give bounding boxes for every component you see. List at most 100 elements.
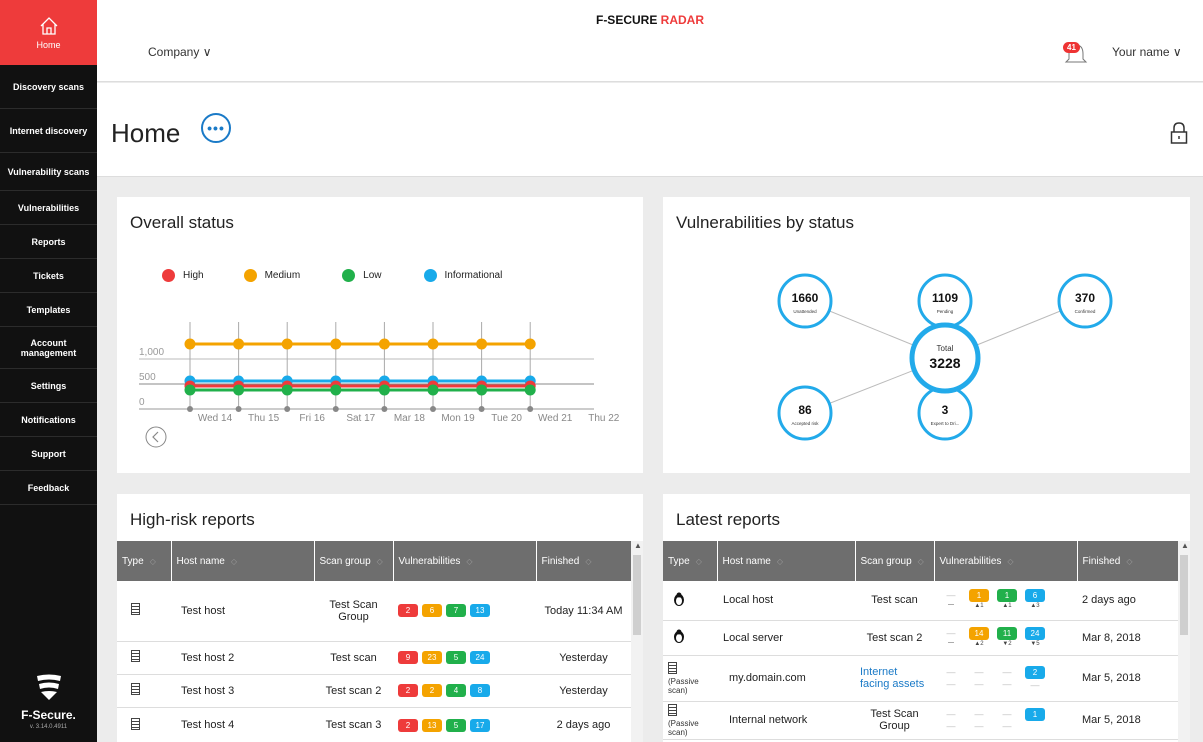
sidebar-item-settings[interactable]: Settings [0, 369, 97, 403]
lock-icon[interactable] [1170, 121, 1188, 145]
table-row[interactable]: Test host Test Scan Group 2 6 7 13 Today 11:34… [117, 581, 631, 642]
status-node-total[interactable]: Total 3228 [909, 322, 981, 394]
x-tick-label: Tue 20 [491, 413, 522, 424]
sidebar-item-discovery-scans[interactable]: Discovery scans [0, 65, 97, 109]
server-icon [131, 717, 140, 730]
table-row[interactable]: Test host 2 Test scan 9 23 5 24 Yesterday [117, 641, 631, 675]
sidebar-item-templates[interactable]: Templates [0, 293, 97, 327]
column-header-label: Vulnerabilities [398, 555, 461, 567]
data-point-medium[interactable] [378, 338, 390, 350]
column-header-vulnerabilities[interactable]: Vulnerabilities ◇ [393, 541, 537, 581]
sort-icon[interactable]: ◇ [377, 557, 383, 566]
table-row[interactable]: (Passive scan) my.domain.com Internet faci… [663, 655, 1178, 702]
product-title-a: F-SECURE [595, 13, 661, 27]
x-axis-point [235, 406, 242, 412]
table-row[interactable]: (Passive scan) Internal network Test Scan … [663, 701, 1178, 740]
table-row[interactable]: Local host Test scan — —1 ▲1 1 ▲1 6 ▲3 2 days ago [663, 581, 1178, 621]
more-options-button[interactable]: ••• [201, 113, 231, 143]
data-point-low[interactable] [378, 384, 390, 396]
status-node-value: 370 [1075, 291, 1095, 305]
data-point-low[interactable] [476, 384, 488, 396]
sort-icon[interactable]: ◇ [466, 557, 472, 566]
column-header-host-name[interactable]: Host name ◇ [717, 541, 856, 581]
column-header-host-name[interactable]: Host name ◇ [171, 541, 315, 581]
column-header-type[interactable]: Type ◇ [117, 541, 172, 581]
data-point-low[interactable] [281, 384, 293, 396]
sidebar-item-notifications[interactable]: Notifications [0, 403, 97, 437]
x-axis-point [527, 406, 534, 412]
vulnerability-stat: 1 ▲1 [995, 589, 1019, 611]
data-point-medium[interactable] [330, 338, 342, 350]
scan-group-cell[interactable]: Internet facing assets [855, 655, 934, 702]
sidebar-item-support[interactable]: Support [0, 437, 97, 471]
column-header-finished[interactable]: Finished ◇ [536, 541, 632, 581]
host-name-cell[interactable]: my.domain.com [717, 655, 855, 702]
latest-reports-scrollbar[interactable]: ▲ [1178, 541, 1190, 742]
data-point-low[interactable] [184, 384, 196, 396]
chart-back-button[interactable] [145, 426, 167, 448]
sidebar-item-feedback[interactable]: Feedback [0, 471, 97, 505]
table-row[interactable]: Test host 4 Test scan 3 2 13 5 17 2 days ago [117, 707, 631, 742]
sidebar-item-vulnerabilities[interactable]: Vulnerabilities [0, 191, 97, 225]
host-name-cell[interactable]: Local server [717, 620, 855, 656]
data-point-low[interactable] [427, 384, 439, 396]
sort-icon[interactable]: ◇ [1126, 557, 1132, 566]
host-name-cell[interactable]: Test host 2 [171, 641, 314, 675]
linux-icon [674, 592, 684, 606]
sort-icon[interactable]: ◇ [777, 557, 783, 566]
sort-icon[interactable]: ◇ [918, 557, 924, 566]
sidebar-item-account-management[interactable]: Account management [0, 327, 97, 369]
status-node-label: Confirmed [1075, 309, 1096, 314]
table-row[interactable]: Test host 3 Test scan 2 2 2 4 8 Yesterday [117, 674, 631, 708]
data-point-medium[interactable] [281, 338, 293, 350]
dash-mark: — [946, 678, 956, 689]
scroll-thumb[interactable] [633, 555, 641, 635]
home-icon [40, 16, 57, 35]
status-node-unattended[interactable]: 1660 Unattended [777, 273, 833, 329]
data-point-low[interactable] [524, 384, 536, 396]
host-name-cell[interactable]: Test host 4 [171, 707, 314, 742]
notifications-button[interactable]: 41 [1063, 42, 1089, 64]
data-point-medium[interactable] [184, 338, 196, 350]
table-row[interactable]: Local server Test scan 2— —14 ▲2 11 ▼2 24 ▼5 Mar… [663, 620, 1178, 656]
status-node-accepted-risk[interactable]: 86 Accepted risk [777, 385, 833, 441]
user-menu[interactable]: Your name ∨ [1112, 45, 1182, 59]
status-node-confirmed[interactable]: 370 Confirmed [1057, 273, 1113, 329]
data-point-low[interactable] [330, 384, 342, 396]
sidebar-item-tickets[interactable]: Tickets [0, 259, 97, 293]
sidebar-item-internet-discovery[interactable]: Internet discovery [0, 109, 97, 153]
sort-icon[interactable]: ◇ [585, 557, 591, 566]
sort-icon[interactable]: ◇ [1007, 557, 1013, 566]
host-name-cell[interactable]: Test host [171, 581, 314, 642]
sidebar-item-reports[interactable]: Reports [0, 225, 97, 259]
scroll-thumb[interactable] [1180, 555, 1188, 635]
sort-icon[interactable]: ◇ [231, 557, 237, 566]
scroll-up-icon[interactable]: ▲ [634, 541, 642, 550]
scroll-up-icon[interactable]: ▲ [1181, 541, 1189, 550]
sidebar-item-home[interactable]: Home [0, 0, 97, 65]
latest-reports-table: Type ◇ Host name ◇ Scan group ◇ Vulnerabilitie… [663, 541, 1179, 740]
x-axis-point [284, 406, 291, 412]
sort-icon[interactable]: ◇ [150, 557, 156, 566]
column-header-vulnerabilities[interactable]: Vulnerabilities ◇ [934, 541, 1078, 581]
host-name-cell[interactable]: Local host [717, 581, 855, 621]
data-point-medium[interactable] [476, 338, 488, 350]
high-risk-scrollbar[interactable]: ▲ [631, 541, 643, 742]
column-header-label: Scan group [319, 555, 371, 567]
data-point-medium[interactable] [524, 338, 536, 350]
data-point-medium[interactable] [427, 338, 439, 350]
company-selector[interactable]: Company ∨ [148, 45, 211, 59]
data-point-low[interactable] [233, 384, 245, 396]
column-header-scan-group[interactable]: Scan group ◇ [855, 541, 935, 581]
data-point-medium[interactable] [233, 338, 245, 350]
status-node-expert-to-dri-[interactable]: 3 Expert to Dri... [917, 385, 973, 441]
status-node-pending[interactable]: 1109 Pending [917, 273, 973, 329]
column-header-finished[interactable]: Finished ◇ [1077, 541, 1179, 581]
x-tick-label: Mon 19 [441, 413, 475, 424]
host-name-cell[interactable]: Test host 3 [171, 674, 314, 708]
column-header-type[interactable]: Type ◇ [663, 541, 718, 581]
column-header-scan-group[interactable]: Scan group ◇ [314, 541, 394, 581]
host-name-cell[interactable]: Internal network [717, 701, 855, 740]
sidebar-item-vulnerability-scans[interactable]: Vulnerability scans [0, 153, 97, 191]
sort-icon[interactable]: ◇ [696, 557, 702, 566]
